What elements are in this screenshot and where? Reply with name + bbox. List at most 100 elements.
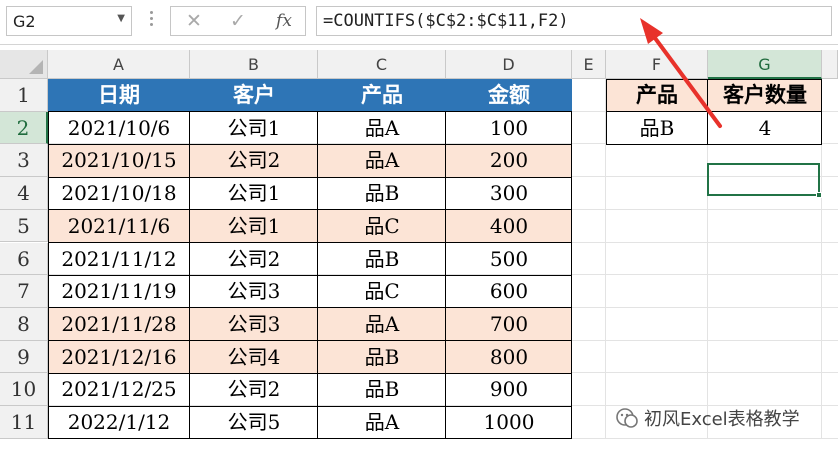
- table-border: [48, 438, 572, 440]
- table-cell[interactable]: 品B: [318, 243, 446, 276]
- table-cell[interactable]: 公司1: [190, 177, 318, 210]
- checkmark-icon[interactable]: ✓: [223, 9, 253, 33]
- formula-bar-area: G2 ▼ ✕ ✓ fx =COUNTIFS($C$2:$C$11,F2): [0, 0, 838, 45]
- table-border: [189, 111, 190, 439]
- table-cell[interactable]: 300: [446, 177, 572, 210]
- table-cell[interactable]: 500: [446, 243, 572, 276]
- select-all-button[interactable]: [0, 50, 48, 79]
- table-cell[interactable]: 2022/1/12: [48, 406, 190, 439]
- table-cell[interactable]: 2021/11/12: [48, 243, 190, 276]
- table-cell[interactable]: 公司1: [190, 209, 318, 243]
- lookup-border: [606, 111, 822, 113]
- table-border: [571, 111, 572, 439]
- table-cell[interactable]: 公司3: [190, 275, 318, 308]
- table-cell[interactable]: 品B: [318, 373, 446, 406]
- table-cell[interactable]: 400: [446, 209, 572, 243]
- table-border: [48, 111, 49, 439]
- table-cell[interactable]: 1000: [446, 406, 572, 439]
- row-header-5[interactable]: 5: [0, 209, 48, 243]
- table-border: [48, 372, 572, 374]
- fx-icon[interactable]: fx: [269, 9, 299, 33]
- lookup-header-cell: 产品: [606, 79, 708, 112]
- table-cell[interactable]: 800: [446, 340, 572, 374]
- table-cell[interactable]: 公司5: [190, 406, 318, 439]
- table-cell[interactable]: 品A: [318, 144, 446, 178]
- name-box-value: G2: [13, 12, 36, 31]
- column-header-c[interactable]: C: [318, 50, 446, 79]
- column-header-f[interactable]: F: [606, 50, 708, 79]
- table-header-cell: 日期: [48, 79, 190, 112]
- x-icon[interactable]: ✕: [179, 9, 209, 33]
- watermark-text: 初风Excel表格教学: [644, 409, 800, 430]
- row-header-9[interactable]: 9: [0, 340, 48, 374]
- table-cell[interactable]: 100: [446, 112, 572, 145]
- table-cell[interactable]: 2021/11/19: [48, 275, 190, 308]
- table-cell[interactable]: 公司4: [190, 340, 318, 374]
- table-cell[interactable]: 2021/11/28: [48, 307, 190, 341]
- table-cell[interactable]: 2021/11/6: [48, 209, 190, 243]
- table-cell[interactable]: 2021/12/25: [48, 373, 190, 406]
- table-cell[interactable]: 200: [446, 144, 572, 178]
- table-border: [48, 176, 572, 178]
- table-cell[interactable]: 品C: [318, 275, 446, 308]
- table-border: [48, 209, 572, 211]
- lookup-border: [606, 79, 607, 145]
- table-cell[interactable]: 900: [446, 373, 572, 406]
- table-cell[interactable]: 600: [446, 275, 572, 308]
- table-cell[interactable]: 2021/10/18: [48, 177, 190, 210]
- table-header-cell: 产品: [318, 79, 446, 112]
- watermark: 初风Excel表格教学: [614, 403, 834, 433]
- column-header-blank: [822, 50, 838, 79]
- row-header-3[interactable]: 3: [0, 144, 48, 178]
- formula-input[interactable]: =COUNTIFS($C$2:$C$11,F2): [316, 6, 832, 36]
- table-cell[interactable]: 2021/10/15: [48, 144, 190, 178]
- table-cell[interactable]: 700: [446, 307, 572, 341]
- table-cell[interactable]: 公司2: [190, 373, 318, 406]
- table-cell[interactable]: 品A: [318, 307, 446, 341]
- table-cell[interactable]: 品B: [318, 177, 446, 210]
- table-border: [48, 111, 572, 113]
- table-border: [48, 307, 572, 309]
- row-header-4[interactable]: 4: [0, 177, 48, 210]
- row-header-2[interactable]: 2: [0, 111, 48, 145]
- spreadsheet-grid[interactable]: A B C D E F G 1 2 3 4 5 6 7 8 9 10 11 日期 客户 产品 金额 2021/10/6 公司…: [0, 50, 838, 453]
- lookup-value-cell[interactable]: 品B: [606, 111, 708, 145]
- table-border: [48, 405, 572, 407]
- row-header-7[interactable]: 7: [0, 275, 48, 308]
- column-header-b[interactable]: B: [190, 50, 318, 79]
- column-header-d[interactable]: D: [446, 50, 572, 79]
- table-cell[interactable]: 品A: [318, 112, 446, 145]
- table-cell[interactable]: 公司3: [190, 307, 318, 341]
- table-cell[interactable]: 品A: [318, 406, 446, 439]
- table-border: [48, 242, 572, 243]
- name-box[interactable]: G2 ▼: [6, 6, 132, 36]
- drag-handle-icon[interactable]: [146, 8, 156, 32]
- table-cell[interactable]: 2021/10/6: [48, 112, 190, 145]
- table-border: [445, 111, 446, 439]
- column-header-g[interactable]: G: [708, 50, 822, 79]
- lookup-border: [606, 78, 822, 80]
- table-border: [48, 143, 572, 145]
- chevron-down-icon[interactable]: ▼: [117, 13, 125, 24]
- result-cell[interactable]: 4: [708, 111, 822, 145]
- table-border: [48, 274, 572, 276]
- row-header-8[interactable]: 8: [0, 307, 48, 341]
- table-cell[interactable]: 公司2: [190, 243, 318, 276]
- table-border: [317, 111, 318, 439]
- column-header-e[interactable]: E: [572, 50, 606, 79]
- row-header-11[interactable]: 11: [0, 406, 48, 439]
- table-cell[interactable]: 公司1: [190, 112, 318, 145]
- row-header-10[interactable]: 10: [0, 373, 48, 406]
- fill-handle[interactable]: [816, 192, 822, 198]
- lookup-border: [707, 79, 708, 145]
- lookup-border: [821, 79, 822, 145]
- row-header-1[interactable]: 1: [0, 79, 48, 112]
- table-cell[interactable]: 品C: [318, 209, 446, 243]
- selected-cell-border: [707, 163, 820, 196]
- table-cell[interactable]: 公司2: [190, 144, 318, 178]
- column-header-a[interactable]: A: [48, 50, 190, 79]
- table-header-cell: 客户: [190, 79, 318, 112]
- table-cell[interactable]: 品B: [318, 340, 446, 374]
- table-cell[interactable]: 2021/12/16: [48, 340, 190, 374]
- row-header-6[interactable]: 6: [0, 242, 48, 276]
